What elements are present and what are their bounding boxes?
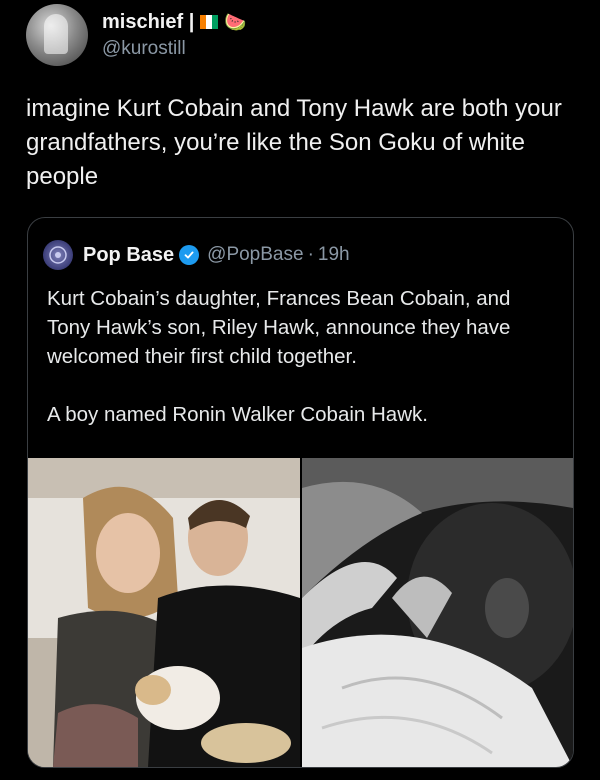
author-info: mischief | 🍉 @kurostill [102,11,247,60]
avatar[interactable] [26,4,88,66]
baby-photo[interactable] [302,458,573,767]
display-name-row[interactable]: mischief | 🍉 [102,11,247,34]
separator-dot: · [307,244,314,265]
quoted-tweet[interactable]: Pop Base @PopBase · 19h Kurt Cobain’s da… [27,217,574,768]
couple-photo[interactable] [28,458,300,767]
quoted-avatar[interactable] [43,240,73,270]
quoted-paragraph: Kurt Cobain’s daughter, Frances Bean Cob… [47,287,511,368]
flag-icon [200,15,219,29]
verified-badge-icon [179,245,200,265]
tweet-text: imagine Kurt Cobain and Tony Hawk are bo… [26,95,562,190]
display-name[interactable]: mischief | [102,11,194,34]
quoted-timestamp[interactable]: 19h [318,244,350,266]
quoted-handle[interactable]: @PopBase [207,244,303,266]
quoted-tweet-header: Pop Base @PopBase · 19h [43,240,350,270]
popbase-logo-icon [49,246,67,264]
post-header: mischief | 🍉 @kurostill [26,4,247,66]
quoted-paragraph: A boy named Ronin Walker Cobain Hawk. [47,403,428,426]
media-grid [28,458,573,767]
quoted-display-name[interactable]: Pop Base [83,244,174,267]
watermelon-icon: 🍉 [224,12,247,32]
author-handle[interactable]: @kurostill [102,38,247,60]
quoted-tweet-text: Kurt Cobain’s daughter, Frances Bean Cob… [47,284,557,429]
